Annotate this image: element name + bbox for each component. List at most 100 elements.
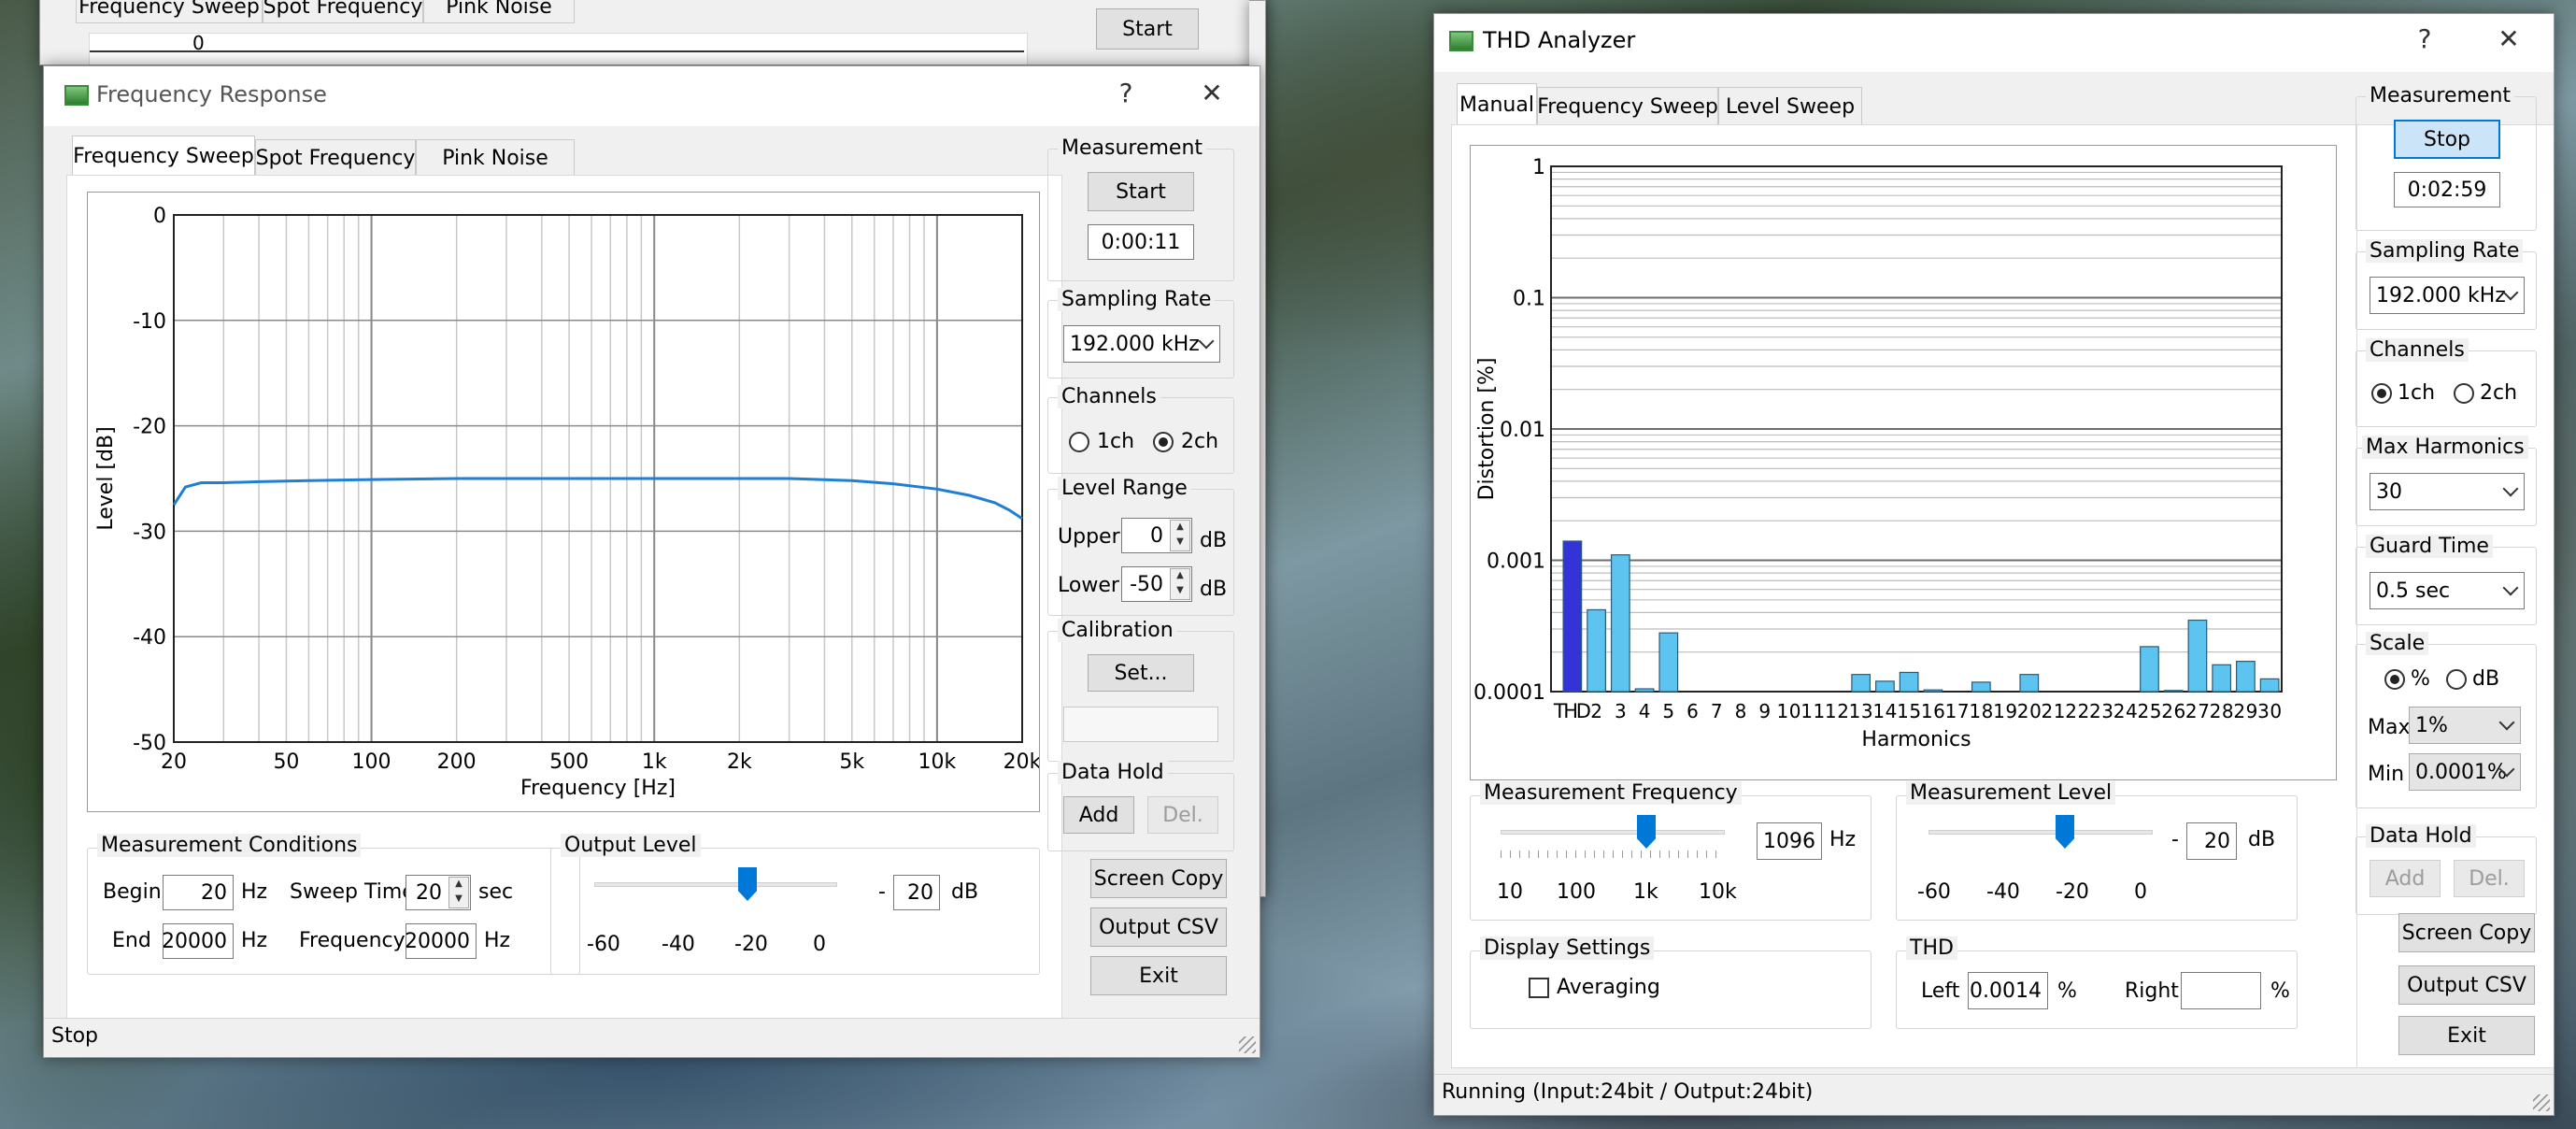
measurement-level-slider-thumb[interactable] — [2056, 815, 2074, 849]
data-hold-del-button[interactable]: Del. — [2454, 860, 2525, 897]
screen-copy-button[interactable]: Screen Copy — [2398, 913, 2535, 952]
scale-max-select[interactable]: 1% — [2409, 707, 2521, 744]
data-hold-add-button[interactable]: Add — [1063, 796, 1134, 834]
measurement-group: Measurement Stop 0:02:59 — [2355, 84, 2537, 231]
spin-up-icon[interactable]: ▲ — [1171, 569, 1189, 584]
start-button[interactable]: Start — [1088, 172, 1194, 211]
spin-up-icon[interactable]: ▲ — [1171, 521, 1189, 536]
x-tick-label: 17 — [1945, 700, 1970, 722]
x-tick-label: 6 — [1686, 700, 1699, 722]
scale-db-label[interactable]: dB — [2472, 667, 2499, 691]
bg-tab-pink-noise[interactable]: Pink Noise — [423, 0, 575, 23]
channel-2ch-label[interactable]: 2ch — [1181, 430, 1218, 453]
tab-level-sweep[interactable]: Level Sweep — [1718, 87, 1862, 126]
lower-spinner[interactable]: ▲ ▼ — [1170, 568, 1190, 600]
stop-button[interactable]: Stop — [2394, 120, 2500, 159]
status-bar: Running (Input:24bit / Output:24bit) — [1434, 1074, 2554, 1115]
channel-1ch-radio[interactable] — [1069, 432, 1089, 452]
max-harmonics-select[interactable]: 30 — [2370, 473, 2525, 510]
end-field[interactable]: 20000 — [163, 923, 234, 959]
bar — [1587, 608, 1606, 693]
scale-min-select[interactable]: 0.0001% — [2409, 753, 2521, 791]
channel-2ch-label[interactable]: 2ch — [2480, 381, 2517, 405]
channel-1ch-radio[interactable] — [2371, 383, 2392, 404]
tab-manual[interactable]: Manual — [1457, 83, 1537, 126]
channel-1ch-label[interactable]: 1ch — [1097, 430, 1134, 453]
chevron-down-icon — [1198, 333, 1215, 350]
sampling-rate-select[interactable]: 192.000 kHz — [2370, 277, 2525, 314]
title-bar[interactable]: Frequency Response ? ✕ — [44, 66, 1260, 126]
channel-2ch-radio[interactable] — [2454, 383, 2474, 404]
scale-db-radio[interactable] — [2446, 669, 2467, 690]
help-button[interactable]: ? — [2406, 23, 2443, 54]
y-tick-label: 0.001 — [1487, 550, 1545, 574]
frequency-field[interactable]: 20000 — [406, 923, 477, 959]
channels-group: Channels 1ch 2ch — [2355, 338, 2537, 427]
x-tick-label: 5k — [839, 750, 864, 774]
x-tick-label: 19 — [1993, 700, 2017, 722]
calibration-set-button[interactable]: Set... — [1088, 654, 1194, 692]
spin-down-icon[interactable]: ▼ — [449, 893, 468, 907]
spin-up-icon[interactable]: ▲ — [449, 878, 468, 893]
guard-time-select[interactable]: 0.5 sec — [2370, 572, 2525, 609]
chevron-down-icon — [2498, 714, 2515, 731]
harmonics-chart: 1 0.1 0.01 0.001 0.0001 THD 2 3 4 5 6 7 8 9 10 11 12 13 14… — [1470, 145, 2337, 780]
output-level-unit: dB — [951, 880, 979, 904]
begin-field[interactable]: 20 — [163, 875, 234, 910]
spin-down-icon[interactable]: ▼ — [1171, 584, 1189, 599]
tab-frequency-sweep[interactable]: Frequency Sweep — [1537, 87, 1718, 126]
resize-grip-icon[interactable] — [1239, 1036, 1256, 1053]
tab-frequency-sweep[interactable]: Frequency Sweep — [72, 136, 255, 177]
x-tick-label: 30 — [2257, 700, 2282, 722]
sampling-rate-select[interactable]: 192.000 kHz — [1063, 325, 1220, 363]
output-level-track[interactable] — [594, 882, 837, 887]
bg-tab-spot-frequency[interactable]: Spot Frequency — [263, 0, 423, 23]
close-button[interactable]: ✕ — [2490, 23, 2527, 54]
scale-percent-label[interactable]: % — [2411, 667, 2430, 691]
bg-start-button[interactable]: Start — [1096, 8, 1199, 50]
screen-copy-button[interactable]: Screen Copy — [1090, 859, 1227, 898]
bg-plot-border — [90, 50, 1024, 64]
upper-label: Upper — [1058, 525, 1120, 549]
background-window[interactable]: Frequency Sweep Spot Frequency Pink Nois… — [39, 0, 1263, 65]
averaging-checkbox[interactable] — [1529, 978, 1549, 998]
title-bar[interactable]: THD Analyzer ? ✕ — [1434, 14, 2554, 72]
tab-pink-noise[interactable]: Pink Noise — [416, 139, 575, 177]
bar — [1851, 674, 1872, 693]
bg-tab-frequency-sweep[interactable]: Frequency Sweep — [76, 0, 263, 23]
output-csv-button[interactable]: Output CSV — [1090, 907, 1227, 947]
output-csv-button[interactable]: Output CSV — [2398, 965, 2535, 1005]
x-tick-label: 200 — [437, 750, 477, 774]
exit-button[interactable]: Exit — [2398, 1016, 2535, 1055]
output-level-minus: - — [878, 880, 886, 904]
exit-button[interactable]: Exit — [1090, 956, 1227, 995]
frequency-response-window[interactable]: Frequency Response ? ✕ Frequency Sweep S… — [43, 65, 1260, 1058]
spin-down-icon[interactable]: ▼ — [1171, 536, 1189, 550]
upper-spinner[interactable]: ▲ ▼ — [1170, 520, 1190, 551]
output-level-slider-thumb[interactable] — [738, 867, 757, 901]
measurement-frequency-track[interactable] — [1501, 830, 1725, 835]
resize-grip-icon[interactable] — [2533, 1094, 2550, 1111]
group-label: Measurement Frequency — [1480, 781, 1742, 805]
group-label: Measurement — [2366, 84, 2515, 107]
thd-analyzer-window[interactable]: THD Analyzer ? ✕ Manual Frequency Sweep … — [1433, 13, 2555, 1116]
tab-spot-frequency[interactable]: Spot Frequency — [255, 139, 416, 177]
channel-2ch-radio[interactable] — [1153, 432, 1174, 452]
averaging-label[interactable]: Averaging — [1557, 976, 1660, 999]
measurement-level-track[interactable] — [1928, 830, 2153, 835]
measurement-level-field[interactable]: 20 — [2186, 822, 2237, 860]
data-hold-del-button[interactable]: Del. — [1147, 796, 1218, 834]
output-level-field[interactable]: 20 — [893, 875, 940, 910]
measurement-frequency-field[interactable]: 1096 — [1757, 822, 1822, 860]
x-tick-label: 12 — [1825, 700, 1849, 722]
scale-percent-radio[interactable] — [2384, 669, 2405, 690]
help-button[interactable]: ? — [1107, 78, 1145, 108]
close-button[interactable]: ✕ — [1193, 78, 1231, 108]
channel-1ch-label[interactable]: 1ch — [2398, 381, 2435, 405]
data-hold-add-button[interactable]: Add — [2370, 860, 2441, 897]
group-label: Sampling Rate — [2366, 239, 2524, 263]
x-tick-label: 21 — [2042, 700, 2066, 722]
measurement-frequency-slider-thumb[interactable] — [1637, 815, 1656, 849]
x-tick-label: 100 — [352, 750, 391, 774]
sweep-time-spinner[interactable]: ▲ ▼ — [448, 877, 469, 908]
